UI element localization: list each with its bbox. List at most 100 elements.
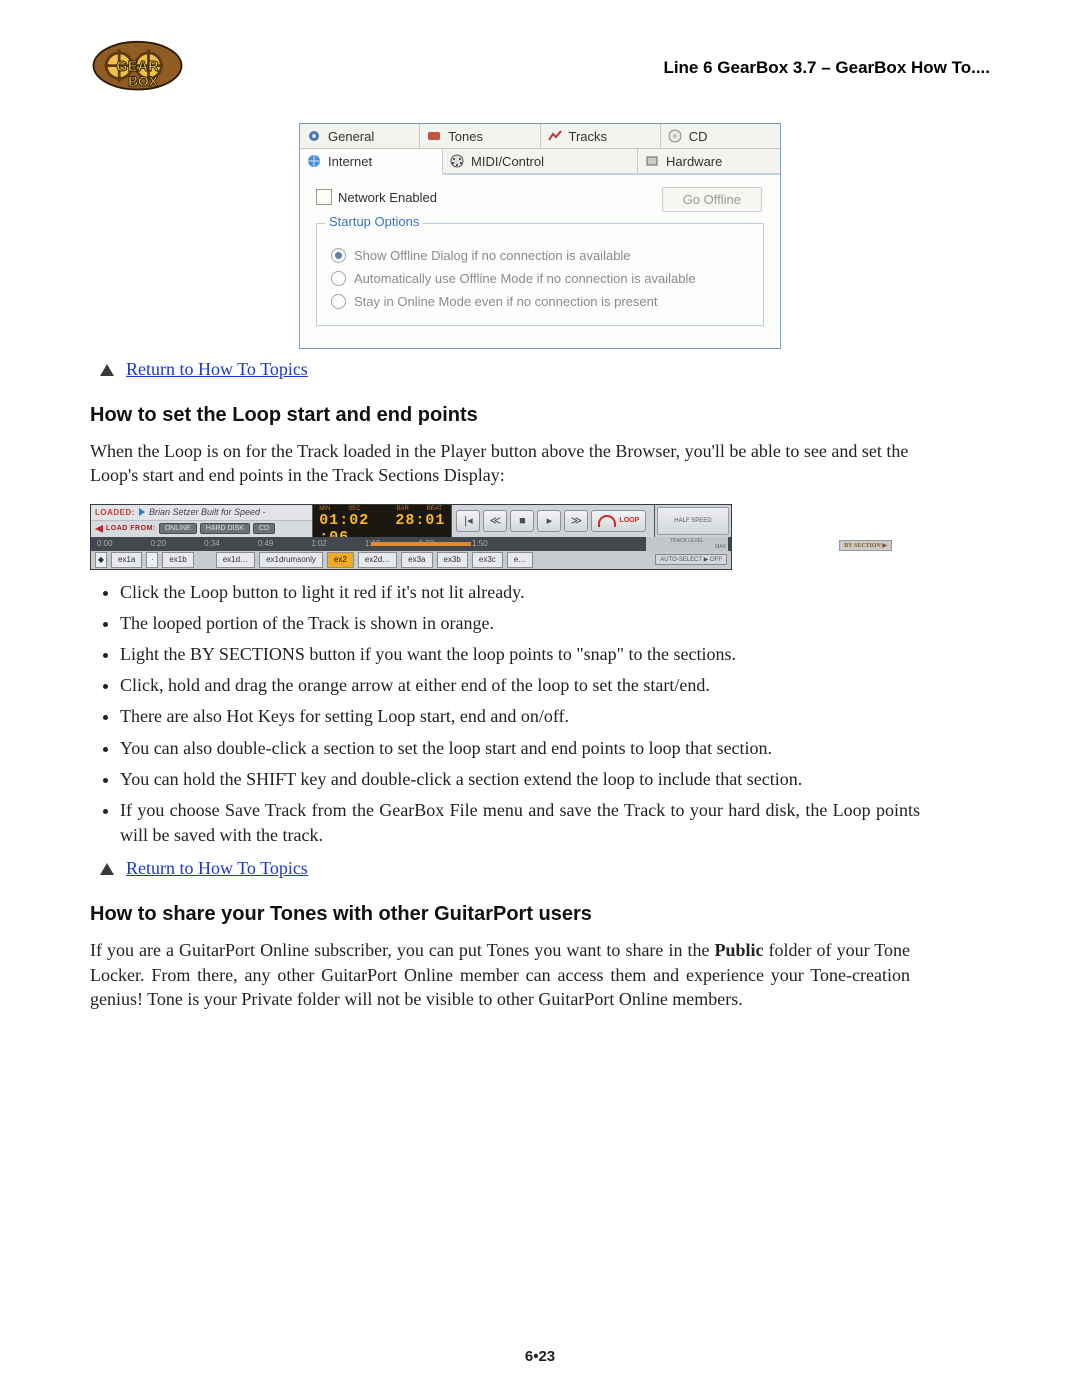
tab-cd-label: CD [689, 129, 708, 144]
timeline-tick: 0:00 [97, 539, 113, 548]
startup-option-2[interactable]: Automatically use Offline Mode if no con… [331, 271, 749, 286]
startup-option-3[interactable]: Stay in Online Mode even if no connectio… [331, 294, 749, 309]
list-item: Click the Loop button to light it red if… [120, 580, 920, 605]
section-ex1d[interactable]: ex1d… [216, 552, 255, 568]
loop-button-label: LOOP [619, 517, 639, 524]
section2-para: If you are a GuitarPort Online subscribe… [90, 938, 910, 1011]
loop-button[interactable]: LOOP [591, 510, 646, 532]
list-item: You can also double-click a section to s… [120, 736, 920, 761]
tracklevel-label: TRACK LEVEL [670, 538, 704, 544]
list-item: Click, hold and drag the orange arrow at… [120, 673, 920, 698]
triangle-up-icon [100, 364, 114, 376]
track-level-meter: TRACK LEVEL MAX [646, 537, 728, 551]
page-number: 6•23 [0, 1348, 1080, 1365]
time-beat: :01 [415, 512, 445, 529]
loadfrom-online-button[interactable]: ONLINE [159, 523, 197, 534]
section-heading-share-tones: How to share your Tones with other Guita… [90, 903, 990, 926]
section-ex2d[interactable]: ex2d… [358, 552, 397, 568]
startup-option-2-label: Automatically use Offline Mode if no con… [354, 271, 696, 286]
section-ex1b[interactable]: ex1b [162, 552, 193, 568]
checkbox-icon [316, 189, 332, 205]
return-link[interactable]: Return to How To Topics [126, 858, 308, 879]
section1-bullet-list: Click the Loop button to light it red if… [120, 580, 920, 849]
gear-icon [306, 128, 322, 144]
tab-cd[interactable]: CD [661, 124, 780, 148]
go-offline-button[interactable]: Go Offline [662, 187, 762, 212]
svg-text:BOX: BOX [128, 74, 159, 89]
section-ex2[interactable]: ex2 [327, 552, 354, 568]
timeline[interactable]: 0:00 0:20 0:34 0:49 1:02 1:16 1:30 1:50 … [91, 537, 731, 551]
radio-icon [331, 294, 346, 309]
max-label: MAX [715, 544, 726, 550]
stop-button[interactable]: ■ [510, 510, 534, 532]
half-speed-button[interactable]: HALF SPEED [657, 507, 729, 535]
midi-icon [449, 153, 465, 169]
play-icon[interactable] [139, 508, 145, 516]
tab-tracks[interactable]: Tracks [541, 124, 661, 148]
forward-button[interactable]: ≫ [564, 510, 588, 532]
section-ex3a[interactable]: ex3a [401, 552, 432, 568]
section-ex3c[interactable]: ex3c [472, 552, 503, 568]
rewind-button[interactable]: ≪ [483, 510, 507, 532]
hardware-icon [644, 153, 660, 169]
startup-options-group: Startup Options Show Offline Dialog if n… [316, 223, 764, 326]
list-item: If you choose Save Track from the GearBo… [120, 798, 920, 848]
autoselect-button[interactable]: AUTO-SELECT ▶ OFF [655, 554, 727, 565]
return-link[interactable]: Return to How To Topics [126, 359, 308, 380]
loop-icon [598, 515, 616, 527]
tl-bar: BAR [397, 506, 409, 512]
tab-hardware-label: Hardware [666, 154, 722, 169]
section-ex1drumsonly[interactable]: ex1drumsonly [259, 552, 323, 568]
tab-general-label: General [328, 129, 374, 144]
time-bar: 28 [395, 512, 415, 529]
tone-icon [426, 128, 442, 144]
time-display: MIN SEC BAR BEAT 01:02 :06 28:01 TRACK L… [313, 505, 452, 537]
section-marker-icon[interactable]: · [146, 552, 158, 568]
timeline-tick: 1:02 [311, 539, 327, 548]
section-marker-icon[interactable]: ◆ [95, 552, 107, 568]
tab-midi[interactable]: MIDI/Control [443, 149, 638, 173]
cd-icon [667, 128, 683, 144]
tracks-icon [547, 128, 563, 144]
tab-tones-label: Tones [448, 129, 483, 144]
section-ex3b[interactable]: ex3b [437, 552, 468, 568]
tl-sec: SEC [348, 506, 360, 512]
loop-range-bar[interactable] [371, 542, 471, 546]
startup-option-3-label: Stay in Online Mode even if no connectio… [354, 294, 658, 309]
play-button[interactable]: ▸ [537, 510, 561, 532]
radio-icon [331, 271, 346, 286]
player-strip: LOADED: Brian Setzer Built for Speed - L… [90, 504, 732, 570]
tab-hardware[interactable]: Hardware [638, 149, 780, 173]
timeline-tick: 0:49 [258, 539, 274, 548]
startup-options-legend: Startup Options [325, 214, 423, 229]
loadfrom-harddisk-button[interactable]: HARD DISK [200, 523, 250, 534]
list-item: Light the BY SECTIONS button if you want… [120, 642, 920, 667]
loadfrom-cd-button[interactable]: CD [253, 523, 275, 534]
triangle-up-icon [100, 863, 114, 875]
startup-option-1-label: Show Offline Dialog if no connection is … [354, 248, 631, 263]
document-title: Line 6 GearBox 3.7 – GearBox How To.... [663, 58, 990, 78]
radio-icon [331, 248, 346, 263]
tab-internet[interactable]: Internet [300, 149, 443, 175]
list-item: The looped portion of the Track is shown… [120, 611, 920, 636]
section-more[interactable]: e… [507, 552, 533, 568]
timeline-tick: 1:50 [472, 539, 488, 548]
loaded-track-title: Brian Setzer Built for Speed - [149, 507, 266, 517]
tab-tracks-label: Tracks [569, 129, 608, 144]
startup-option-1[interactable]: Show Offline Dialog if no connection is … [331, 248, 749, 263]
loaded-label: LOADED: [95, 508, 135, 517]
section-heading-loop: How to set the Loop start and end points [90, 404, 990, 427]
tab-midi-label: MIDI/Control [471, 154, 544, 169]
section1-intro: When the Loop is on for the Track loaded… [90, 439, 910, 488]
tab-internet-label: Internet [328, 154, 372, 169]
list-item: You can hold the SHIFT key and double-cl… [120, 767, 920, 792]
globe-icon [306, 153, 322, 169]
timeline-tick: 0:34 [204, 539, 220, 548]
preferences-panel: General Tones Tracks CD [299, 123, 781, 349]
by-section-button[interactable]: BY SECTION ▶ [839, 540, 892, 551]
skip-start-button[interactable]: |◂ [456, 510, 480, 532]
tab-general[interactable]: General [300, 124, 420, 148]
section-ex1a[interactable]: ex1a [111, 552, 142, 568]
tab-tones[interactable]: Tones [420, 124, 540, 148]
chevron-left-icon [95, 525, 103, 533]
